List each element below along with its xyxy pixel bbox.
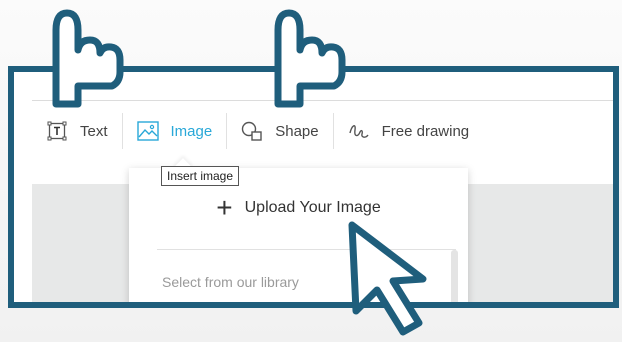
annotation-overlay (52, 9, 427, 336)
pointing-hand-icon (52, 9, 124, 108)
arrow-cursor-icon (348, 221, 427, 336)
pointing-hand-icon (274, 9, 346, 108)
